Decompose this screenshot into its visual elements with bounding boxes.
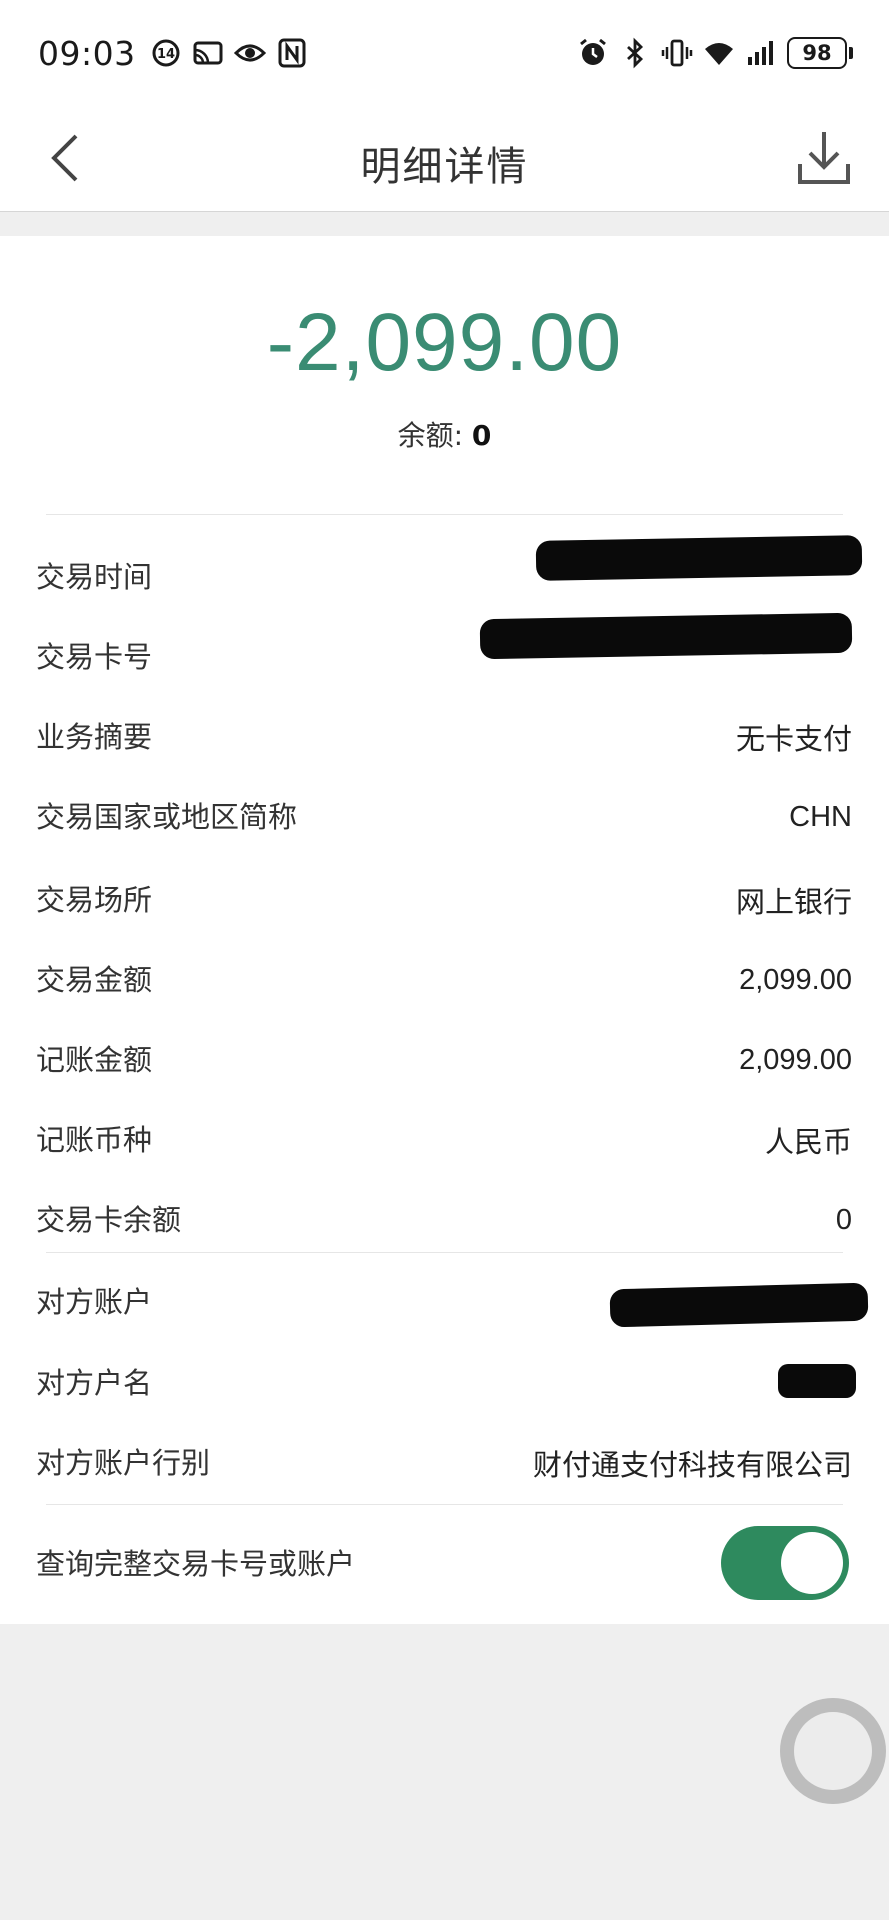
toggle-knob <box>781 1532 843 1594</box>
redaction-mark <box>479 612 853 660</box>
detail-row-posted-amount: 记账金额 2,099.00 <box>36 1039 852 1081</box>
download-icon[interactable] <box>796 128 852 188</box>
vibrate-icon <box>661 39 693 67</box>
detail-value: 2,099.00 <box>739 963 852 996</box>
redaction-mark <box>778 1364 856 1398</box>
sync-icon: 14 <box>152 39 180 67</box>
detail-row-country: 交易国家或地区简称 CHN <box>36 774 852 860</box>
detail-label: 记账币种 <box>36 1123 153 1157</box>
detail-label: 对方账户 <box>36 1285 153 1319</box>
detail-value: 2,099.00 <box>739 1043 852 1076</box>
status-right-icons: 98 <box>577 37 853 69</box>
battery-tip <box>849 47 853 59</box>
bluetooth-icon <box>627 37 644 69</box>
detail-row-summary: 业务摘要 无卡支付 <box>36 716 852 758</box>
detail-label: 交易卡余额 <box>36 1203 182 1237</box>
detail-row-counterparty-name: 对方户名 <box>36 1362 852 1404</box>
transaction-amount: -2,099.00 <box>266 297 623 388</box>
detail-label: 对方账户行别 <box>36 1446 211 1480</box>
detail-value: 网上银行 <box>735 887 852 919</box>
nav-bar: 明细详情 <box>0 106 889 212</box>
detail-value: 无卡支付 <box>735 724 852 756</box>
detail-value: CHN <box>789 800 852 833</box>
detail-row-currency: 记账币种 人民币 <box>36 1119 852 1161</box>
page-title: 明细详情 <box>360 144 529 190</box>
detail-value: 财付通支付科技有限公司 <box>532 1450 852 1482</box>
toggle-label: 查询完整交易卡号或账户 <box>36 1547 356 1581</box>
detail-label: 交易时间 <box>36 560 153 594</box>
battery-icon: 98 <box>787 37 853 69</box>
signal-icon <box>748 41 773 65</box>
detail-value: 0 <box>835 1203 852 1236</box>
alarm-icon <box>580 38 606 65</box>
detail-label: 交易金额 <box>36 963 153 997</box>
divider <box>46 1504 843 1505</box>
svg-text:14: 14 <box>157 47 175 62</box>
detail-row-venue: 交易场所 网上银行 <box>36 879 852 921</box>
floating-assist-inner <box>794 1712 872 1790</box>
wifi-icon <box>705 43 733 65</box>
detail-label: 记账金额 <box>36 1043 153 1077</box>
detail-label: 交易国家或地区简称 <box>36 800 298 834</box>
detail-label: 交易场所 <box>36 883 153 917</box>
eye-icon <box>233 44 266 62</box>
redaction-mark <box>535 535 863 581</box>
balance-label: 余额: <box>397 419 464 452</box>
divider <box>46 514 843 515</box>
detail-label: 业务摘要 <box>36 720 153 754</box>
balance-value: 0 <box>471 419 492 452</box>
redaction-mark <box>609 1282 869 1328</box>
floating-assist-button[interactable] <box>780 1698 886 1804</box>
cast-icon <box>193 41 223 65</box>
status-bar: 09:03 14 98 <box>0 0 889 106</box>
detail-label: 对方户名 <box>36 1366 153 1400</box>
detail-row-card-balance: 交易卡余额 0 <box>36 1199 852 1241</box>
detail-row-counterparty-bank: 对方账户行别 财付通支付科技有限公司 <box>36 1442 852 1484</box>
divider <box>46 1252 843 1253</box>
nfc-icon <box>278 38 306 68</box>
status-time: 09:03 <box>38 33 136 73</box>
show-full-account-toggle[interactable] <box>721 1526 849 1600</box>
screen: 09:03 14 98 明细详情 -2,099.00 余额: 0 交易时间 交易… <box>0 0 889 1920</box>
detail-row-transaction-amount: 交易金额 2,099.00 <box>36 959 852 1001</box>
detail-label: 交易卡号 <box>36 640 153 674</box>
status-left-icons: 14 <box>150 37 308 69</box>
battery-level: 98 <box>787 37 847 69</box>
balance-line: 余额: 0 <box>0 414 889 454</box>
detail-card: -2,099.00 余额: 0 交易时间 交易卡号 业务摘要 无卡支付 交易国家… <box>0 236 889 1624</box>
detail-value: 人民币 <box>764 1127 852 1159</box>
toggle-row: 查询完整交易卡号或账户 <box>36 1524 596 1604</box>
